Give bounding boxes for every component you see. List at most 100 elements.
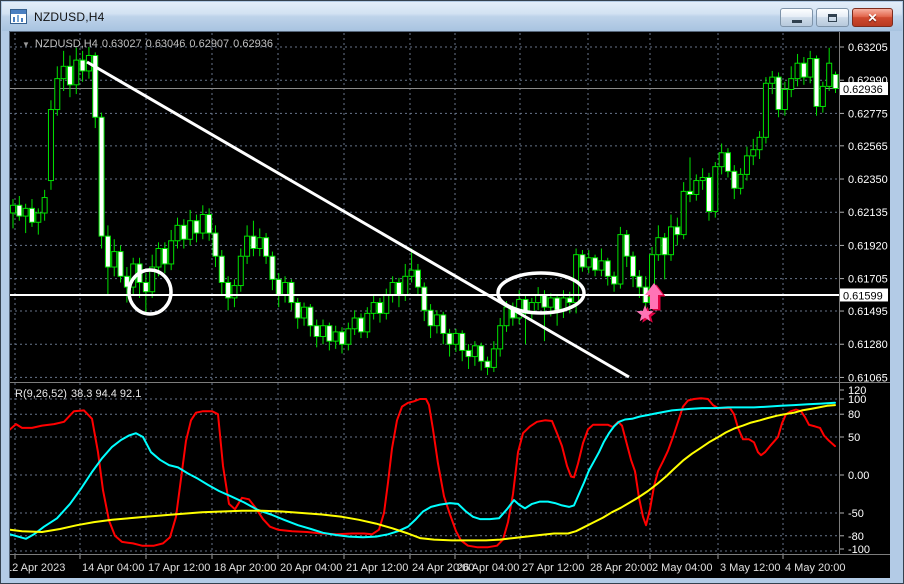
time-axis-label: 26 Apr 04:00 (457, 562, 519, 574)
indicator-axis-label: 100 (848, 394, 866, 406)
restore-icon (828, 13, 837, 22)
candle-body (598, 260, 605, 271)
candle-body (794, 62, 801, 80)
time-axis-label: 3 May 12:00 (720, 562, 781, 574)
candle-body (117, 251, 124, 277)
candle-body (244, 235, 251, 257)
candle-body (535, 294, 542, 304)
candle-body (161, 248, 168, 265)
candle-body (781, 88, 788, 111)
candle-body (661, 237, 668, 256)
candle-body (288, 281, 295, 304)
candle-body (307, 306, 314, 327)
time-axis-label: 14 Apr 04:00 (82, 562, 144, 574)
close-button[interactable]: ✕ (852, 8, 893, 27)
candle-body (750, 149, 757, 157)
candle-body (231, 285, 238, 299)
price-axis-label: 0.62350 (848, 174, 888, 186)
candle-body (35, 212, 42, 223)
candle-body (269, 255, 276, 280)
candle-body (554, 297, 561, 311)
candle-body (414, 269, 421, 288)
candle-body (497, 325, 504, 350)
candle-body (743, 155, 750, 175)
price-axis-label: 0.61920 (848, 240, 888, 252)
quote-high: 0.63046 (145, 38, 186, 50)
candle-body (585, 257, 592, 268)
candle-body (168, 240, 175, 265)
close-icon: ✕ (867, 10, 878, 25)
candle-body (826, 62, 833, 87)
candle-body (332, 331, 339, 342)
time-axis-label: 27 Apr 12:00 (522, 562, 584, 574)
candle-body (256, 237, 263, 250)
candle-body (452, 332, 459, 345)
candle-body (250, 235, 257, 250)
candle-body (737, 173, 744, 189)
candle-body (395, 281, 402, 296)
price-axis-label: 0.62775 (848, 108, 888, 120)
indicator-axis-label: 50 (848, 432, 860, 444)
candle-body (187, 220, 194, 240)
time-axis-label: 4 May 20:00 (785, 562, 846, 574)
candle-body (155, 248, 162, 268)
candle-body (769, 76, 776, 84)
candle-body (819, 85, 826, 107)
candle-body (490, 348, 497, 368)
candle-body (623, 234, 630, 257)
candle-body (142, 281, 149, 293)
quote-close: 0.62936 (233, 38, 273, 50)
candle-body (41, 197, 48, 214)
price-axis-label: 0.63205 (848, 42, 888, 54)
candle-body (547, 297, 554, 308)
candle-body (775, 76, 782, 111)
candle-body (22, 207, 29, 217)
restore-button[interactable] (816, 8, 849, 27)
candle-body (28, 207, 35, 223)
title-bar[interactable]: NZDUSD,H4 ✕ (2, 2, 902, 31)
time-axis-label: 21 Apr 12:00 (346, 562, 408, 574)
candle-body (16, 204, 23, 217)
candle-body (421, 286, 428, 311)
candle-body (579, 254, 586, 268)
candle-body (357, 317, 364, 333)
candle-body (339, 331, 346, 345)
time-axis-label: 28 Apr 20:00 (590, 562, 652, 574)
candle-body (345, 328, 352, 345)
candle-body (104, 235, 111, 268)
chart-canvas[interactable]: 0.632050.629900.627750.625650.623500.621… (10, 32, 890, 578)
candle-body (788, 78, 795, 90)
candle-body (206, 214, 213, 234)
minimize-button[interactable] (780, 8, 813, 27)
indicator-values: 38.3 94.4 92.1 (70, 388, 142, 400)
candle-body (10, 204, 16, 214)
candle-body (73, 59, 80, 86)
price-axis-label: 0.61280 (848, 339, 888, 351)
candle-body (180, 224, 187, 240)
candle-body (705, 176, 712, 212)
chart-window-icon (10, 9, 27, 24)
candle-body (66, 65, 73, 86)
candle-body (541, 294, 548, 308)
candle-body (611, 275, 618, 285)
candle-body (668, 226, 675, 256)
price-marker-label: 0.62936 (843, 84, 883, 96)
candle-body (617, 234, 624, 285)
candle-body (376, 302, 383, 314)
indicator-axis-label: -80 (848, 531, 864, 543)
candle-body (636, 275, 643, 288)
indicator-line-yellow (10, 404, 836, 542)
candle-body (686, 190, 693, 195)
candle-body (408, 269, 415, 277)
candle-body (313, 325, 320, 338)
indicator-axis-label: 80 (848, 409, 860, 421)
candle-body (712, 166, 719, 212)
indicator-label: R(9,26,52) 38.3 94.4 92.1 (15, 388, 145, 400)
indicator-axis-label: -100 (848, 544, 870, 556)
candle-body (98, 116, 105, 237)
candle-body (174, 224, 181, 242)
candle-body (364, 312, 371, 333)
symbol-dropdown-icon[interactable]: ▼ (22, 40, 30, 49)
candle-body (320, 325, 327, 338)
price-axis-label: 0.61705 (848, 274, 888, 286)
